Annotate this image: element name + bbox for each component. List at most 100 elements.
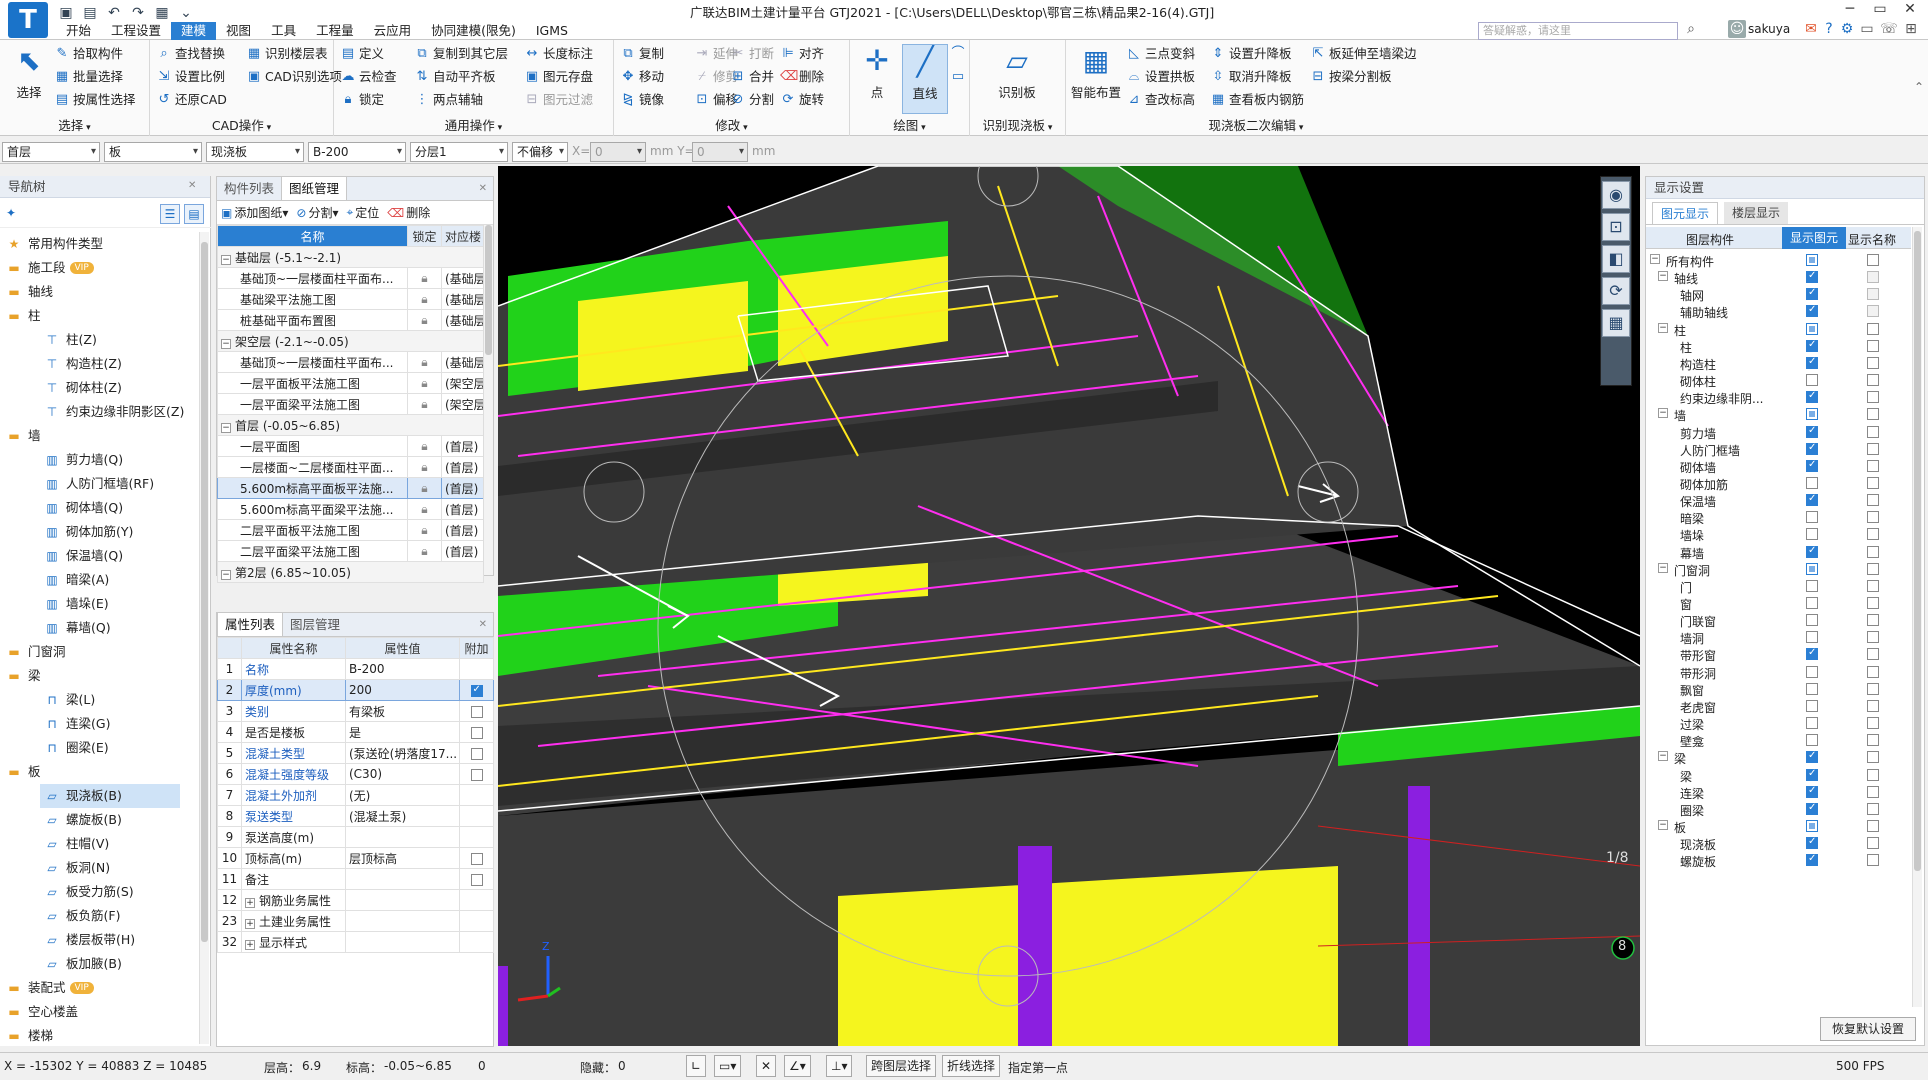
group-title-cad[interactable]: CAD操作 xyxy=(150,115,333,134)
nav-item[interactable]: ⊓ 连梁(G) xyxy=(0,712,110,736)
collapse-icon[interactable]: − xyxy=(221,338,231,349)
show-element-checkbox[interactable] xyxy=(1806,819,1818,832)
column-header-floor[interactable]: 对应楼 xyxy=(441,225,484,247)
tab-0[interactable]: 开始 xyxy=(56,22,101,40)
nav-item[interactable]: ⊓ 梁(L) xyxy=(0,688,95,712)
tab-1[interactable]: 工程设置 xyxy=(101,22,171,40)
show-element-checkbox[interactable] xyxy=(1806,459,1818,472)
show-name-checkbox[interactable] xyxy=(1867,768,1879,781)
show-name-checkbox[interactable] xyxy=(1867,271,1879,284)
show-name-checkbox[interactable] xyxy=(1867,494,1879,507)
show-element-checkbox[interactable] xyxy=(1806,511,1818,524)
identify-slab-button[interactable]: ▱ 识别板 xyxy=(994,44,1040,114)
nav-item[interactable]: ▬ 板 xyxy=(0,760,40,784)
property-value[interactable] xyxy=(345,868,460,890)
property-row[interactable]: 7 混凝土外加剂 (无) xyxy=(217,784,494,806)
locate-button[interactable]: ⌖ 定位 xyxy=(347,204,380,221)
cross-toggle-icon[interactable]: ✕ xyxy=(756,1055,777,1077)
show-element-checkbox[interactable] xyxy=(1806,356,1818,369)
copy-to-other-floor-button[interactable]: ⧉ 复制到其它层 xyxy=(414,44,508,64)
view-slab-rebar-button[interactable]: ▦ 查看板内钢筋 xyxy=(1210,90,1304,110)
nav-item[interactable]: ▱ 板洞(N) xyxy=(0,856,110,880)
show-element-checkbox[interactable] xyxy=(1806,476,1818,489)
property-row[interactable]: 23 + 土建业务属性 xyxy=(217,910,494,932)
lock-icon[interactable]: 🔒︎ xyxy=(407,456,442,478)
auto-flush-slab-button[interactable]: ⇅ 自动平齐板 xyxy=(414,67,496,87)
tab-3[interactable]: 视图 xyxy=(216,22,261,40)
lock-icon[interactable]: 🔒︎ xyxy=(407,351,442,373)
tab-6[interactable]: 云应用 xyxy=(364,22,422,40)
delete-drawing-button[interactable]: ⌫ 删除 xyxy=(387,204,430,221)
show-name-checkbox[interactable] xyxy=(1867,819,1879,832)
nav-item[interactable]: ⊓ 圈梁(E) xyxy=(0,736,108,760)
show-name-checkbox[interactable] xyxy=(1867,254,1879,266)
expand-icon[interactable]: + xyxy=(245,897,255,908)
collapse-icon[interactable]: − xyxy=(1658,322,1668,333)
drawing-row[interactable]: 5.600m标高平面板平法施... 🔒︎ (首层) xyxy=(217,477,484,499)
tab-8[interactable]: IGMS xyxy=(526,22,578,40)
nav-item[interactable]: ▱ 板负筋(F) xyxy=(0,904,120,928)
property-value[interactable]: B-200 xyxy=(345,658,460,680)
drawing-row[interactable]: 基础顶~一层楼面柱平面布... 🔒︎ (基础层 xyxy=(217,351,484,373)
property-row[interactable]: 12 + 钢筋业务属性 xyxy=(217,889,494,911)
nav-item[interactable]: ▥ 墙垛(E) xyxy=(0,592,108,616)
3d-viewport[interactable]: 1/8 8 Z xyxy=(498,166,1640,1046)
collapse-icon[interactable]: − xyxy=(1658,562,1668,573)
property-value[interactable]: 200 xyxy=(345,679,460,701)
drawing-row[interactable]: 二层平面板平法施工图 🔒︎ (首层) xyxy=(217,519,484,541)
show-element-checkbox[interactable] xyxy=(1806,647,1818,661)
property-value[interactable]: 有梁板 xyxy=(345,700,460,722)
show-name-checkbox[interactable] xyxy=(1867,322,1879,335)
nav-item[interactable]: ▱ 板加腋(B) xyxy=(0,952,121,976)
show-element-checkbox[interactable] xyxy=(1806,579,1818,592)
nav-item[interactable]: ▱ 现浇板(B) xyxy=(40,784,180,808)
show-name-checkbox[interactable] xyxy=(1867,785,1879,798)
nav-item[interactable]: ▬ 装配式 VIP xyxy=(0,976,94,1000)
property-row[interactable]: 10 顶标高(m) 层顶标高 xyxy=(217,847,494,869)
nav-item[interactable]: ▱ 楼层板带(H) xyxy=(0,928,135,952)
show-name-checkbox[interactable] xyxy=(1867,665,1879,678)
property-row[interactable]: 6 混凝土强度等级 (C30) xyxy=(217,763,494,785)
nav-item[interactable]: ▬ 柱 xyxy=(0,304,40,328)
show-element-checkbox[interactable] xyxy=(1806,545,1818,558)
collapse-icon[interactable]: − xyxy=(221,422,231,433)
open-icon[interactable]: ▦ xyxy=(152,5,172,21)
group-title-slab-edit[interactable]: 现浇板二次编辑 xyxy=(1066,115,1446,134)
extra-checkbox[interactable] xyxy=(470,726,483,739)
split-slab-by-beam-button[interactable]: ⊟ 按梁分割板 xyxy=(1310,67,1392,87)
property-row[interactable]: 8 泵送类型 (混凝土泵) xyxy=(217,805,494,827)
show-element-checkbox[interactable] xyxy=(1806,853,1818,867)
show-element-checkbox[interactable] xyxy=(1806,836,1818,850)
drawing-group-row[interactable]: − 基础层 (-5.1~-2.1) xyxy=(217,246,484,268)
lock-icon[interactable]: 🔒︎ xyxy=(407,309,442,331)
show-element-checkbox[interactable] xyxy=(1806,528,1818,541)
draw-line-button[interactable]: ╱ 直线 xyxy=(902,44,948,114)
quick-access-dropdown-icon[interactable]: ⌄ xyxy=(176,5,196,21)
panel-close-icon[interactable]: ✕ xyxy=(188,180,196,191)
select-by-attribute-button[interactable]: ▤ 按属性选择 xyxy=(54,90,136,110)
orbit-view-icon[interactable]: ◉ xyxy=(1602,181,1630,209)
angle-toggle-icon[interactable]: ∠▾ xyxy=(784,1055,811,1077)
nav-item[interactable]: ▬ 施工段 VIP xyxy=(0,256,94,280)
notification-icon[interactable]: ✉ xyxy=(1802,20,1820,38)
show-name-checkbox[interactable] xyxy=(1867,476,1879,489)
element-filter-button[interactable]: ⊟ 图元过滤 xyxy=(524,90,593,110)
column-header-attr-value[interactable]: 属性值 xyxy=(345,637,460,659)
extra-checkbox[interactable] xyxy=(470,747,483,760)
save-icon[interactable]: ▣ xyxy=(56,5,76,21)
tab-5[interactable]: 工程量 xyxy=(306,22,364,40)
property-value[interactable] xyxy=(345,931,460,953)
expand-icon[interactable]: + xyxy=(245,918,255,929)
drawing-row[interactable]: 基础梁平法施工图 🔒︎ (基础层 xyxy=(217,288,484,310)
property-row[interactable]: 5 混凝土类型 (泵送砼(坍落度17... xyxy=(217,742,494,764)
x-offset-input[interactable]: 0 xyxy=(590,142,646,162)
nav-item[interactable]: ▬ 空心楼盖 xyxy=(0,1000,78,1024)
merge-button[interactable]: ⊞ 合并 xyxy=(730,67,774,87)
show-name-checkbox[interactable] xyxy=(1867,648,1879,661)
nav-item[interactable]: ▥ 保温墙(Q) xyxy=(0,544,123,568)
show-element-checkbox[interactable] xyxy=(1806,802,1818,815)
show-name-checkbox[interactable] xyxy=(1867,699,1879,712)
show-name-checkbox[interactable] xyxy=(1867,597,1879,609)
show-element-checkbox[interactable] xyxy=(1806,287,1818,301)
collapse-icon[interactable]: − xyxy=(1658,819,1668,830)
